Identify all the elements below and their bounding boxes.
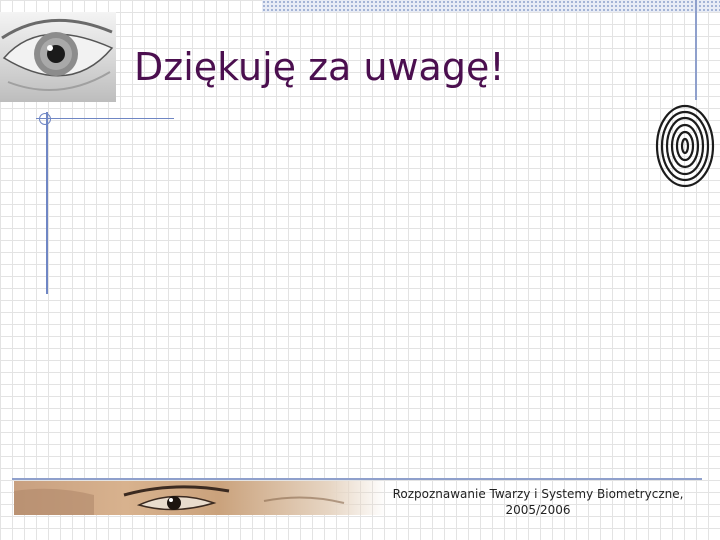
top-right-divider xyxy=(695,0,697,100)
fingerprint-image xyxy=(655,104,715,188)
footer-line-2: 2005/2006 xyxy=(505,503,571,517)
crosshair-horizontal-line xyxy=(36,118,174,119)
slide-title: Dziękuję za uwagę! xyxy=(134,45,505,89)
top-dotted-band xyxy=(262,0,720,12)
face-photo xyxy=(14,481,386,515)
slide: Dziękuję za uwagę! Rozpoznawanie Twarzy … xyxy=(0,0,720,540)
crosshair-vertical-line xyxy=(46,112,48,294)
footer-caption: Rozpoznawanie Twarzy i Systemy Biometryc… xyxy=(384,486,692,518)
bottom-divider xyxy=(12,478,702,480)
eye-photo xyxy=(0,12,116,102)
crosshair-circle xyxy=(39,113,51,125)
footer-line-1: Rozpoznawanie Twarzy i Systemy Biometryc… xyxy=(392,487,684,501)
